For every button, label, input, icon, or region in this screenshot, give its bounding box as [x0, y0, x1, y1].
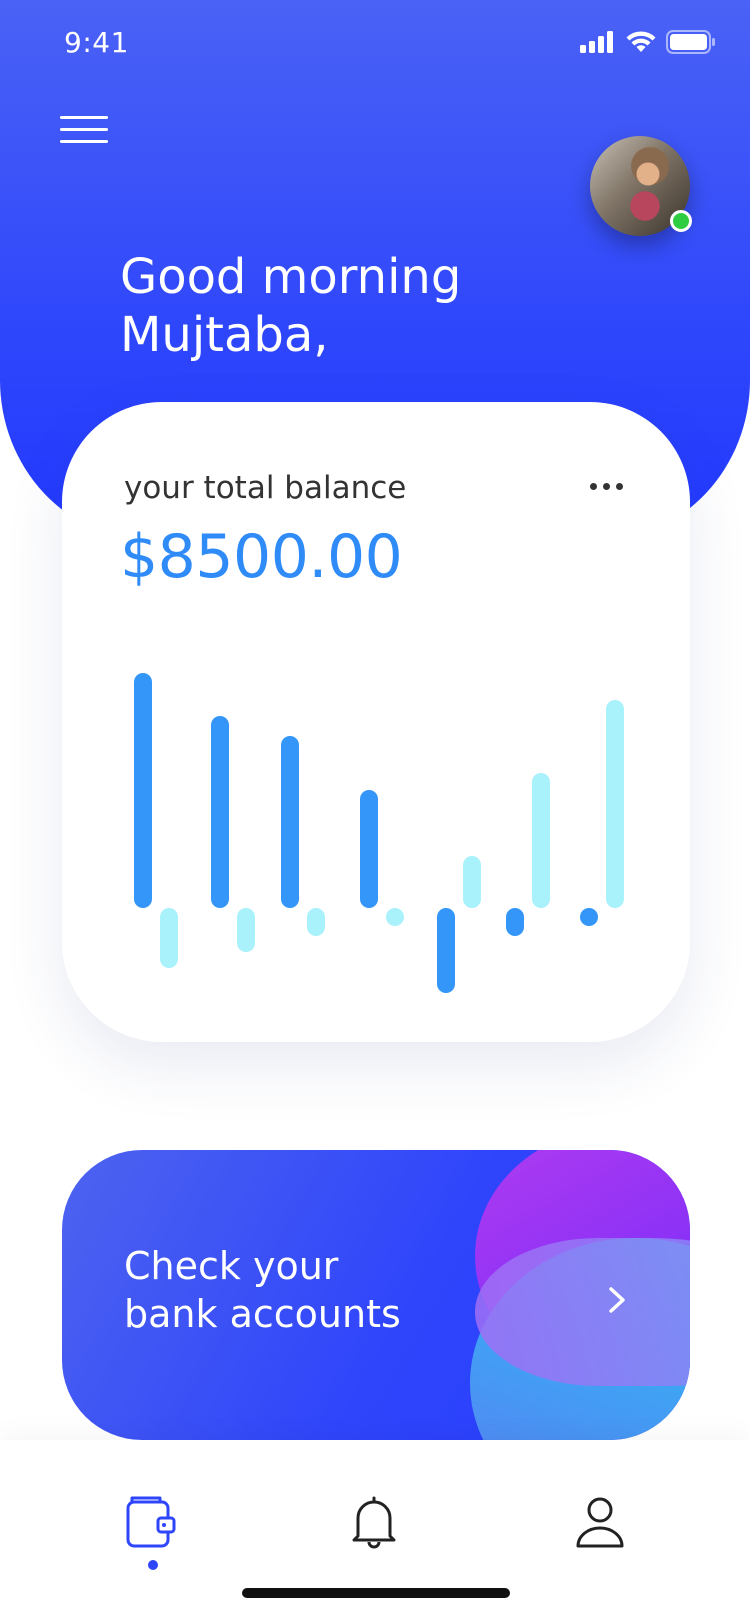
more-horizontal-icon[interactable] — [590, 476, 630, 496]
balance-label: your total balance — [124, 470, 407, 506]
check-bank-accounts-card[interactable]: Check your bank accounts — [62, 1150, 690, 1440]
home-indicator — [242, 1588, 510, 1598]
wifi-icon — [626, 31, 656, 52]
promo-line-2: bank accounts — [124, 1292, 401, 1336]
chevron-right-icon[interactable] — [602, 1280, 632, 1320]
bell-icon[interactable] — [344, 1492, 404, 1552]
greeting-line-1: Good morning — [120, 249, 462, 305]
status-time: 9:41 — [64, 26, 129, 59]
user-icon[interactable] — [570, 1492, 630, 1552]
status-icons — [580, 30, 716, 54]
balance-amount: $8500.00 — [120, 522, 403, 592]
greeting: Good morning Mujtaba, — [120, 248, 640, 364]
online-status-badge — [670, 210, 692, 232]
hamburger-menu-icon[interactable] — [60, 116, 108, 146]
promo-text: Check your bank accounts — [124, 1242, 464, 1338]
signal-icon — [580, 31, 613, 53]
tab-bar — [0, 1440, 750, 1624]
battery-icon — [666, 30, 715, 54]
active-tab-indicator — [148, 1560, 158, 1570]
promo-line-1: Check your — [124, 1244, 339, 1288]
wallet-icon[interactable] — [124, 1492, 184, 1552]
greeting-line-2: Mujtaba, — [120, 307, 329, 363]
